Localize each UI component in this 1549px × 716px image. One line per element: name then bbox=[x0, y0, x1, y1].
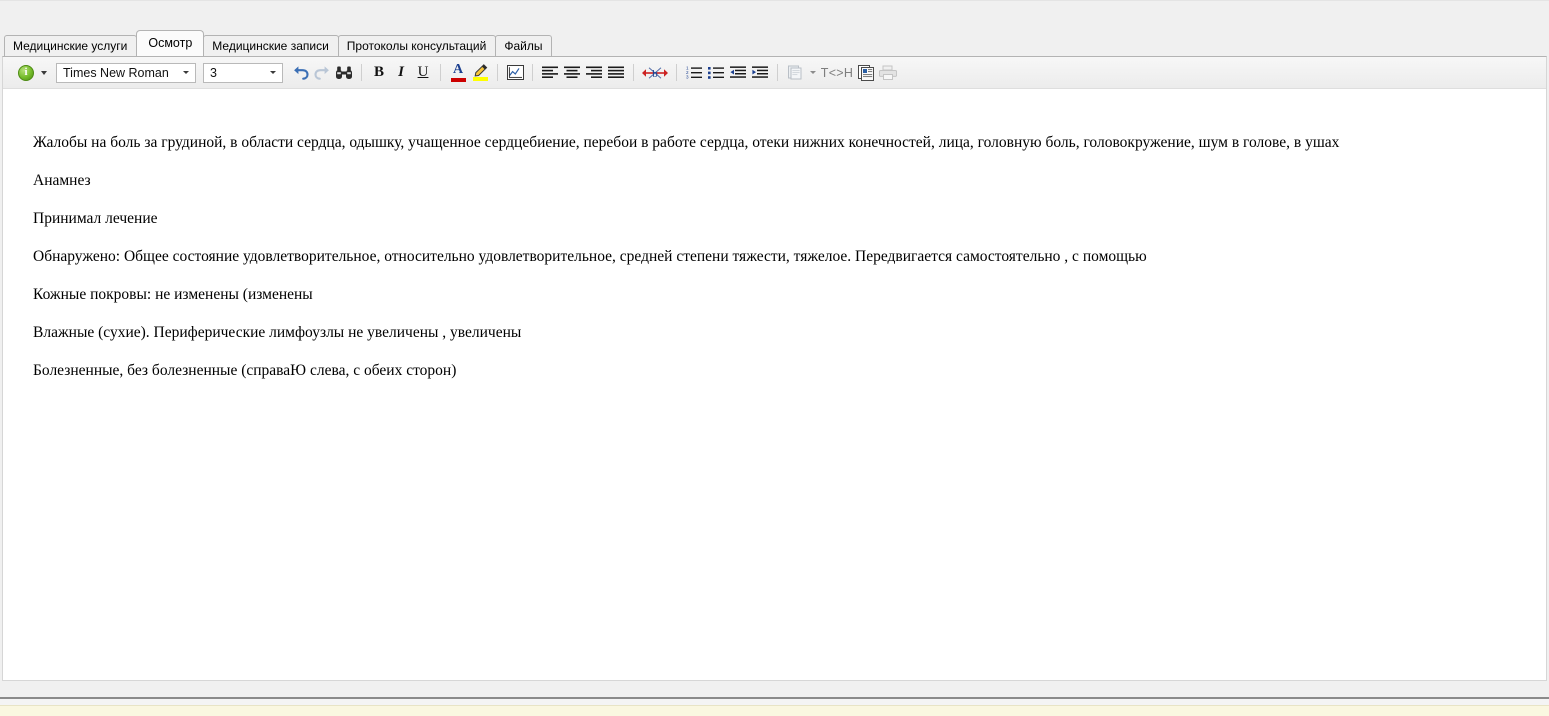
find-button[interactable] bbox=[333, 62, 355, 84]
printer-icon bbox=[879, 65, 897, 80]
toolbar-separator bbox=[633, 64, 634, 81]
italic-button[interactable]: I bbox=[390, 62, 412, 84]
print-button[interactable] bbox=[877, 62, 899, 84]
highlighter-pen-icon bbox=[472, 64, 488, 81]
info-icon: i bbox=[18, 64, 34, 81]
bold-button[interactable]: B bbox=[368, 62, 390, 84]
insert-chart-button[interactable] bbox=[504, 62, 526, 84]
document-paragraph: Кожные покровы: не изменены (изменены bbox=[33, 286, 313, 303]
font-family-select[interactable]: Times New Roman bbox=[56, 62, 196, 83]
toolbar-separator bbox=[532, 64, 533, 81]
tab-label: Файлы bbox=[504, 39, 543, 53]
increase-indent-button[interactable] bbox=[749, 62, 771, 84]
toolbar-separator bbox=[497, 64, 498, 81]
chart-image-icon bbox=[506, 65, 524, 80]
redo-button[interactable] bbox=[311, 62, 333, 84]
toolbar-separator bbox=[777, 64, 778, 81]
font-family-value: Times New Roman bbox=[63, 65, 169, 80]
chevron-down-icon bbox=[809, 71, 816, 74]
align-right-icon bbox=[586, 66, 602, 78]
align-center-icon bbox=[564, 66, 580, 78]
align-right-button[interactable] bbox=[583, 62, 605, 84]
toolbar-separator bbox=[440, 64, 441, 81]
font-size-value: 3 bbox=[210, 65, 217, 80]
align-justify-button[interactable] bbox=[605, 62, 627, 84]
highlight-button[interactable] bbox=[469, 62, 491, 84]
link-arrows-icon: b bbox=[642, 66, 668, 80]
indent-icon bbox=[752, 66, 768, 78]
numbered-list-button[interactable]: 123 bbox=[683, 62, 705, 84]
copy-block-button[interactable] bbox=[855, 62, 877, 84]
editor-toolbar: i Times New Roman 3 B I U A b 1 2 3 T<>H bbox=[3, 57, 1546, 89]
info-dropdown-button[interactable] bbox=[37, 62, 50, 84]
insert-link-button[interactable]: b bbox=[640, 62, 670, 84]
tab-label: Медицинские услуги bbox=[13, 39, 128, 53]
document-stack-icon bbox=[788, 65, 802, 80]
toolbar-separator bbox=[676, 64, 677, 81]
tab-files[interactable]: Файлы bbox=[495, 35, 553, 56]
consultation-editor-window: Медицинские услуги Осмотр Медицинские за… bbox=[0, 0, 1549, 716]
editor-panel: i Times New Roman 3 B I U A b 1 2 3 T<>H… bbox=[2, 56, 1547, 681]
document-paragraph: Болезненные, без болезненные (справаЮ сл… bbox=[33, 362, 457, 379]
document-paragraph: Обнаружено: Общее состояние удовлетворит… bbox=[33, 248, 1147, 265]
section-tabs: Медицинские услуги Осмотр Медицинские за… bbox=[0, 30, 1549, 56]
svg-text:3: 3 bbox=[686, 75, 689, 79]
info-button[interactable]: i bbox=[15, 62, 37, 84]
tab-label: Осмотр bbox=[148, 36, 193, 50]
font-size-select[interactable]: 3 bbox=[203, 62, 283, 83]
align-center-button[interactable] bbox=[561, 62, 583, 84]
align-left-button[interactable] bbox=[539, 62, 561, 84]
decrease-indent-button[interactable] bbox=[727, 62, 749, 84]
tab-label: Медицинские записи bbox=[212, 39, 329, 53]
template-button[interactable] bbox=[784, 62, 806, 84]
tab-medical-services[interactable]: Медицинские услуги bbox=[4, 35, 138, 56]
font-color-button[interactable]: A bbox=[447, 62, 469, 84]
source-view-button[interactable]: T<>H bbox=[819, 62, 855, 84]
italic-icon: I bbox=[398, 64, 404, 80]
toolbar-separator bbox=[361, 64, 362, 81]
tab-consultation-protocols[interactable]: Протоколы консультаций bbox=[337, 35, 497, 56]
undo-button[interactable] bbox=[289, 62, 311, 84]
rich-text-editor[interactable]: Жалобы на боль за грудиной, в области се… bbox=[11, 99, 1538, 672]
copy-document-icon bbox=[858, 64, 874, 81]
unordered-list-icon bbox=[708, 67, 724, 79]
document-paragraph: Жалобы на боль за грудиной, в области се… bbox=[33, 134, 1340, 151]
tab-medical-records[interactable]: Медицинские записи bbox=[203, 35, 339, 56]
document-paragraph: Влажные (сухие). Периферические лимфоузл… bbox=[33, 324, 522, 341]
align-left-icon bbox=[542, 66, 558, 78]
bulleted-list-button[interactable] bbox=[705, 62, 727, 84]
underline-button[interactable]: U bbox=[412, 62, 434, 84]
document-paragraph: Анамнез bbox=[33, 172, 91, 189]
tab-label: Протоколы консультаций bbox=[346, 39, 487, 53]
editor-body-wrapper: Жалобы на боль за грудиной, в области се… bbox=[3, 89, 1546, 680]
outdent-icon bbox=[730, 66, 746, 78]
status-bar bbox=[0, 705, 1549, 716]
chevron-down-icon bbox=[179, 71, 192, 74]
html-source-icon: T<>H bbox=[820, 65, 854, 80]
chevron-down-icon bbox=[266, 71, 279, 74]
document-paragraph: Принимал лечение bbox=[33, 210, 158, 227]
underline-icon: U bbox=[417, 64, 429, 80]
undo-arrow-icon bbox=[293, 66, 309, 80]
ordered-list-icon: 123 bbox=[686, 66, 702, 79]
tab-examination[interactable]: Осмотр bbox=[136, 30, 205, 56]
text-color-icon: A bbox=[450, 63, 466, 82]
align-justify-icon bbox=[608, 66, 624, 78]
window-bottom-padding bbox=[0, 681, 1549, 697]
chevron-down-icon bbox=[40, 70, 47, 75]
bold-icon: B bbox=[373, 64, 384, 80]
binoculars-icon bbox=[336, 66, 352, 79]
redo-arrow-icon bbox=[313, 66, 329, 80]
window-top-strip bbox=[0, 0, 1549, 30]
